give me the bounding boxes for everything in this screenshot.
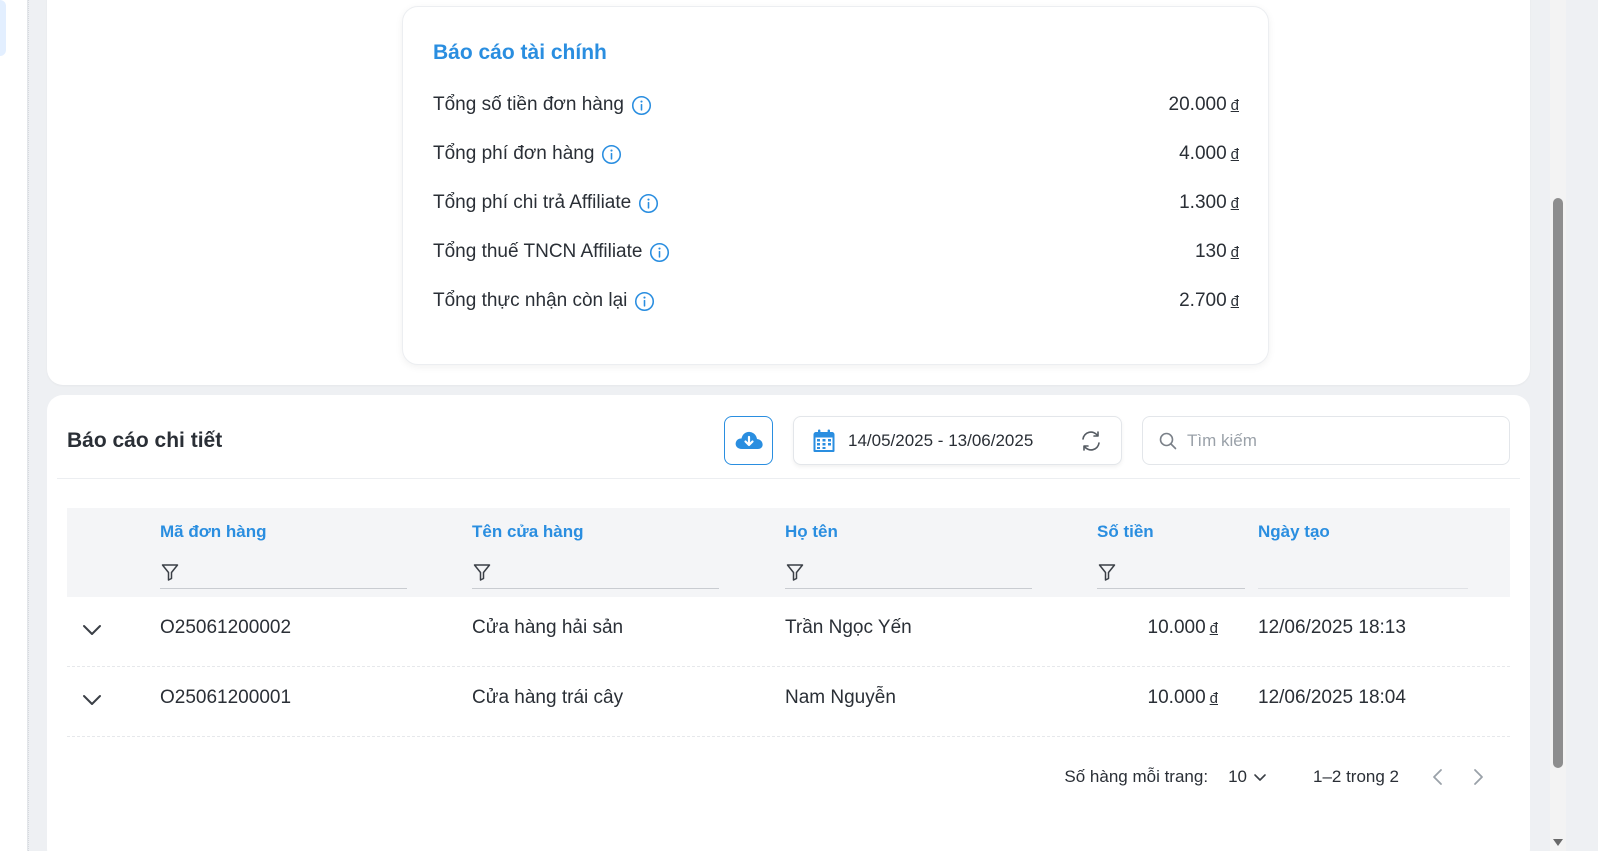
cell-created-at: 12/06/2025 18:13 [1258, 617, 1406, 638]
cell-created-at: 12/06/2025 18:04 [1258, 687, 1406, 708]
sidebar [0, 0, 28, 851]
fin-value: 4.000 [1179, 143, 1227, 164]
filter-order-id[interactable] [160, 556, 407, 589]
fin-label: Tổng thực nhận còn lại [433, 290, 628, 311]
filter-amount[interactable] [1097, 556, 1245, 589]
chevron-down-icon[interactable] [81, 689, 103, 711]
cell-order-id: O25061200002 [160, 617, 292, 638]
fin-value: 20.000 [1168, 94, 1227, 115]
amount-value: 10.000 [1147, 687, 1206, 708]
fin-label: Tổng số tiền đơn hàng [433, 94, 624, 115]
chevron-down-icon[interactable] [81, 619, 103, 641]
filter-store-name[interactable] [472, 556, 719, 589]
sidebar-active-indicator[interactable] [0, 0, 6, 56]
fin-label: Tổng thuế TNCN Affiliate [433, 241, 643, 262]
cell-amount: 10.000 đ [1097, 617, 1218, 639]
search-input[interactable] [1187, 430, 1487, 451]
fin-row-total-amount: Tổng số tiền đơn hàng 20.000 đ [433, 90, 1239, 120]
header-divider [57, 478, 1520, 479]
filter-icon[interactable] [785, 562, 805, 582]
currency-symbol: đ [1230, 146, 1239, 163]
next-page-button[interactable] [1471, 768, 1485, 786]
rows-per-page-value: 10 [1228, 767, 1247, 786]
rows-per-page-select[interactable]: 10 [1228, 767, 1267, 787]
fin-value: 2.700 [1179, 290, 1227, 311]
page-scrollbar[interactable] [1550, 0, 1566, 851]
page-range: 1–2 trong 2 [1312, 767, 1399, 786]
fin-row-affiliate-fee: Tổng phí chi trả Affiliate 1.300 đ [433, 188, 1239, 218]
rows-per-page-label: Số hàng mỗi trang: [1064, 767, 1209, 786]
info-icon[interactable] [638, 193, 659, 214]
summary-panel: Báo cáo tài chính Tổng số tiền đơn hàng … [47, 0, 1530, 385]
table-row[interactable]: O25061200002 Cửa hàng hải sản Trần Ngọc … [67, 597, 1510, 667]
cloud-download-icon [735, 431, 763, 449]
detail-report-title: Báo cáo chi tiết [67, 429, 223, 452]
chevron-left-icon [1433, 769, 1442, 785]
column-header-amount[interactable]: Số tiền [1097, 522, 1154, 542]
scroll-down-arrow-icon[interactable] [1553, 839, 1563, 847]
chevron-down-icon [1254, 774, 1266, 781]
prev-page-button[interactable] [1431, 768, 1445, 786]
fin-value: 130 [1194, 241, 1227, 262]
currency-symbol: đ [1230, 97, 1239, 114]
cell-order-id: O25061200001 [160, 687, 292, 708]
pagination: Số hàng mỗi trang: 10 1–2 trong 2 [1064, 767, 1485, 787]
filter-icon[interactable] [1097, 562, 1117, 582]
calendar-icon [813, 429, 835, 452]
chevron-right-icon [1474, 769, 1483, 785]
filter-full-name[interactable] [785, 556, 1032, 589]
currency-symbol: đ [1230, 195, 1239, 212]
fin-row-affiliate-tax: Tổng thuế TNCN Affiliate 130 đ [433, 237, 1239, 267]
filter-icon[interactable] [472, 562, 492, 582]
cell-store-name: Cửa hàng hải sản [472, 617, 624, 638]
currency-symbol: đ [1209, 690, 1218, 707]
fin-row-order-fee: Tổng phí đơn hàng 4.000 đ [433, 139, 1239, 169]
cell-amount: 10.000 đ [1097, 687, 1218, 709]
cell-full-name: Nam Nguyễn [785, 687, 896, 708]
info-icon[interactable] [601, 144, 622, 165]
info-icon[interactable] [634, 291, 655, 312]
table-header: Mã đơn hàng Tên cửa hàng Họ tên Số tiền … [67, 508, 1510, 597]
fin-value: 1.300 [1179, 192, 1227, 213]
detail-report-panel: Báo cáo chi tiết 14/05/2025 - 13/06/2025… [47, 395, 1530, 851]
info-icon[interactable] [649, 242, 670, 263]
currency-symbol: đ [1230, 244, 1239, 261]
fin-row-net-received: Tổng thực nhận còn lại 2.700 đ [433, 286, 1239, 316]
cell-full-name: Trần Ngọc Yến [785, 617, 912, 638]
date-range-picker[interactable]: 14/05/2025 - 13/06/2025 [793, 416, 1122, 465]
search-icon [1159, 432, 1177, 449]
cell-store-name: Cửa hàng trái cây [472, 687, 624, 708]
column-header-order-id[interactable]: Mã đơn hàng [160, 522, 267, 542]
info-icon[interactable] [631, 95, 652, 116]
date-range-text: 14/05/2025 - 13/06/2025 [848, 430, 1034, 450]
currency-symbol: đ [1230, 293, 1239, 310]
financial-report-card: Báo cáo tài chính Tổng số tiền đơn hàng … [402, 6, 1269, 365]
scrollbar-thumb[interactable] [1553, 198, 1563, 768]
sidebar-divider [28, 0, 29, 851]
currency-symbol: đ [1209, 620, 1218, 637]
fin-label: Tổng phí đơn hàng [433, 143, 595, 164]
amount-value: 10.000 [1147, 617, 1206, 638]
download-button[interactable] [724, 416, 773, 465]
table-row[interactable]: O25061200001 Cửa hàng trái cây Nam Nguyễ… [67, 667, 1510, 737]
filter-created-at [1258, 556, 1468, 589]
financial-report-title: Báo cáo tài chính [433, 41, 607, 64]
fin-label: Tổng phí chi trả Affiliate [433, 192, 632, 213]
filter-icon[interactable] [160, 562, 180, 582]
search-box[interactable] [1142, 416, 1510, 465]
column-header-full-name[interactable]: Họ tên [785, 522, 838, 542]
column-header-created-at[interactable]: Ngày tạo [1258, 522, 1330, 542]
column-header-store-name[interactable]: Tên cửa hàng [472, 522, 584, 542]
refresh-icon[interactable] [1079, 429, 1103, 453]
